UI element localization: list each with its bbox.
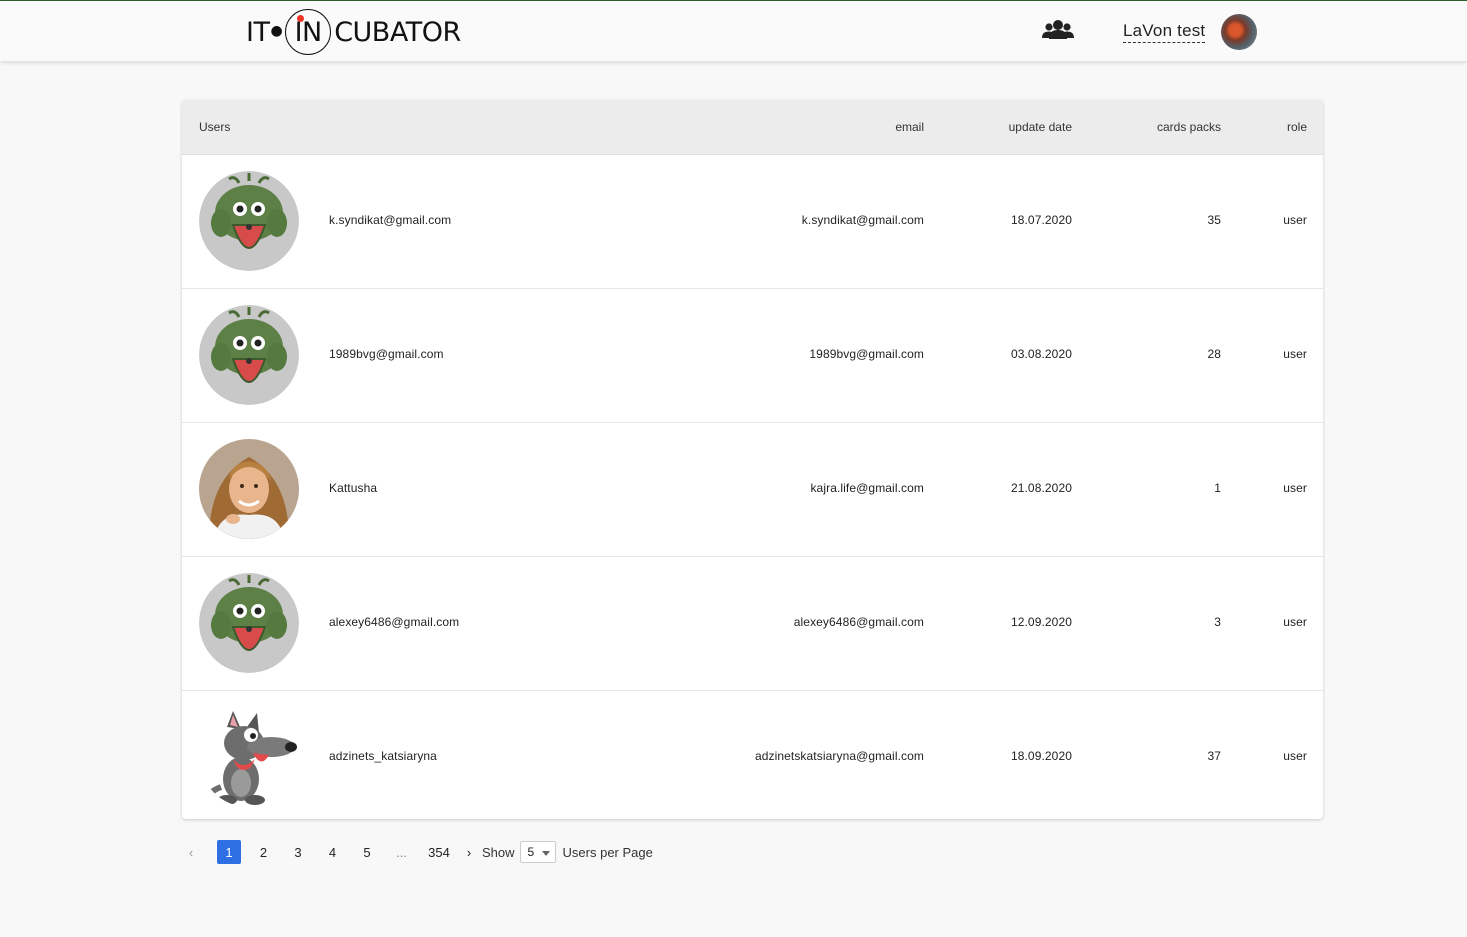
column-email[interactable]: email [895, 120, 924, 134]
user-role: user [1283, 481, 1307, 495]
frog-avatar [199, 305, 299, 405]
user-email: k.syndikat@gmail.com [801, 213, 924, 227]
user-update-date: 18.07.2020 [1010, 213, 1072, 227]
pagination: ‹ 1 2 3 4 5 ... 354 › Show 5 Users per P… [182, 839, 653, 865]
per-page-value: 5 [527, 845, 535, 859]
table-header: Users email update date cards packs role [182, 100, 1323, 155]
next-page-button[interactable]: › [460, 840, 478, 864]
frog-avatar [199, 171, 299, 271]
user-update-date: 21.08.2020 [1010, 481, 1072, 495]
pagination-ellipsis: ... [396, 844, 407, 860]
users-table: Users email update date cards packs role… [182, 100, 1323, 819]
user-role: user [1283, 615, 1307, 629]
user-cards-packs: 1 [1214, 481, 1221, 495]
table-row[interactable]: Kattusha kajra.life@gmail.com 21.08.2020… [182, 423, 1323, 557]
frog-avatar [199, 573, 299, 673]
table-row[interactable]: alexey6486@gmail.com alexey6486@gmail.co… [182, 557, 1323, 691]
app-header: IT ● IN CUBATOR LaVon test [0, 0, 1467, 61]
user-role: user [1283, 749, 1307, 763]
user-email: alexey6486@gmail.com [793, 615, 924, 629]
page-button-5[interactable]: 5 [355, 840, 379, 864]
photo-avatar [199, 439, 299, 539]
user-update-date: 18.09.2020 [1010, 749, 1072, 763]
user-name: Kattusha [329, 481, 378, 495]
user-role: user [1283, 213, 1307, 227]
user-email: 1989bvg@gmail.com [809, 347, 924, 361]
user-cards-packs: 28 [1207, 347, 1221, 361]
logo-circle: IN [285, 9, 332, 55]
user-name: k.syndikat@gmail.com [329, 213, 452, 227]
table-row[interactable]: adzinets_katsiaryna adzinetskatsiaryna@g… [182, 691, 1323, 819]
logo-prefix: IT [246, 16, 270, 48]
user-role: user [1283, 347, 1307, 361]
per-page-select[interactable]: 5 [519, 841, 556, 863]
page-button-3[interactable]: 3 [286, 840, 310, 864]
table-row[interactable]: k.syndikat@gmail.com k.syndikat@gmail.co… [182, 155, 1323, 289]
table-row[interactable]: 1989bvg@gmail.com 1989bvg@gmail.com 03.0… [182, 289, 1323, 423]
it-incubator-logo[interactable]: IT ● IN CUBATOR [246, 8, 461, 56]
dog-avatar [199, 707, 299, 807]
user-email: kajra.life@gmail.com [810, 481, 924, 495]
column-users[interactable]: Users [199, 120, 230, 134]
user-cards-packs: 37 [1207, 749, 1221, 763]
user-cards-packs: 35 [1207, 213, 1221, 227]
users-group-icon[interactable] [1042, 17, 1074, 45]
column-role[interactable]: role [1287, 120, 1307, 134]
page-button-2[interactable]: 2 [252, 840, 276, 864]
column-update-date[interactable]: update date [1009, 120, 1072, 134]
page-button-4[interactable]: 4 [321, 840, 345, 864]
user-cards-packs: 3 [1214, 615, 1221, 629]
show-label: Show [482, 844, 515, 860]
page-button-last[interactable]: 354 [424, 840, 454, 864]
user-update-date: 12.09.2020 [1010, 615, 1072, 629]
user-name: alexey6486@gmail.com [329, 615, 460, 629]
current-user-avatar[interactable] [1221, 14, 1257, 50]
prev-page-button[interactable]: ‹ [182, 840, 200, 864]
logo-suffix: CUBATOR [334, 16, 461, 48]
user-update-date: 03.08.2020 [1010, 347, 1072, 361]
column-cards-packs[interactable]: cards packs [1157, 120, 1221, 134]
user-name: 1989bvg@gmail.com [329, 347, 444, 361]
user-name: adzinets_katsiaryna [329, 749, 437, 763]
per-page-label: Users per Page [562, 844, 653, 860]
chevron-down-icon [541, 851, 550, 856]
user-email: adzinetskatsiaryna@gmail.com [754, 749, 924, 763]
current-user-name[interactable]: LaVon test [1123, 21, 1206, 43]
page-button-1[interactable]: 1 [217, 840, 241, 864]
